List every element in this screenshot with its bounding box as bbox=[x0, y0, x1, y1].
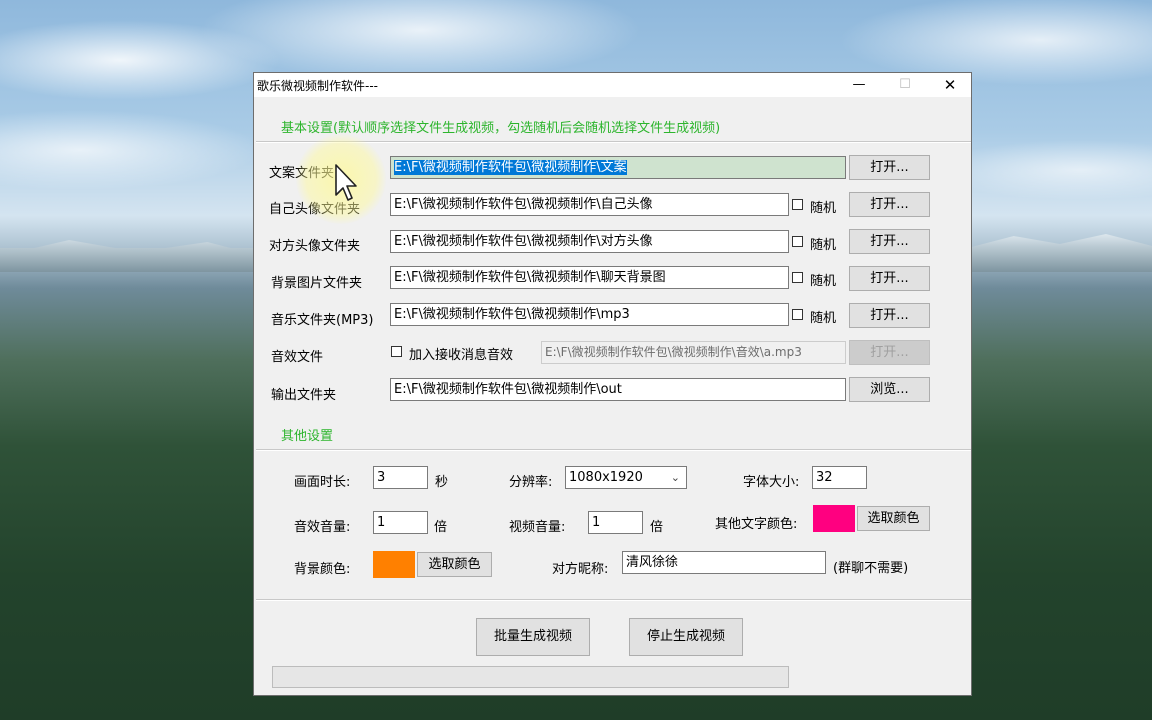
text-color-swatch bbox=[813, 505, 855, 532]
output-label: 输出文件夹 bbox=[271, 388, 337, 403]
peer-avatar-random-label: 随机 bbox=[810, 238, 837, 253]
duration-input[interactable]: 3 bbox=[373, 466, 428, 489]
video-volume-unit: 倍 bbox=[650, 520, 664, 535]
peer-avatar-open-button[interactable]: 打开... bbox=[849, 229, 930, 254]
bg-color-label: 背景颜色: bbox=[294, 562, 351, 577]
music-random-label: 随机 bbox=[810, 311, 837, 326]
bg-image-label: 背景图片文件夹 bbox=[271, 276, 363, 291]
bg-image-input[interactable]: E:\F\微视频制作软件包\微视频制作\聊天背景图 bbox=[390, 266, 789, 289]
stop-generate-button[interactable]: 停止生成视频 bbox=[629, 618, 743, 656]
music-open-button[interactable]: 打开... bbox=[849, 303, 930, 328]
maximize-button[interactable]: ☐ bbox=[882, 73, 928, 97]
title-bar: 歌乐微视频制作软件--- — ☐ ✕ bbox=[254, 73, 971, 97]
duration-unit: 秒 bbox=[435, 475, 449, 490]
nickname-label: 对方昵称: bbox=[552, 562, 609, 577]
divider bbox=[256, 599, 971, 601]
minimize-button[interactable]: — bbox=[836, 73, 882, 97]
self-avatar-random-label: 随机 bbox=[810, 201, 837, 216]
music-label: 音乐文件夹(MP3) bbox=[271, 313, 374, 328]
close-button[interactable]: ✕ bbox=[927, 73, 973, 97]
nickname-input[interactable]: 清风徐徐 bbox=[622, 551, 826, 574]
other-settings-heading: 其他设置 bbox=[281, 429, 334, 444]
copy-folder-value: E:\F\微视频制作软件包\微视频制作\文案 bbox=[394, 160, 627, 175]
resolution-select[interactable]: 1080x1920 ⌄ bbox=[565, 466, 687, 489]
sfx-label: 音效文件 bbox=[271, 350, 324, 365]
self-avatar-input[interactable]: E:\F\微视频制作软件包\微视频制作\自己头像 bbox=[390, 193, 789, 216]
sfx-volume-input[interactable]: 1 bbox=[373, 511, 428, 534]
bg-image-random-label: 随机 bbox=[810, 274, 837, 289]
music-random-checkbox[interactable] bbox=[792, 309, 803, 320]
bg-image-random-checkbox[interactable] bbox=[792, 272, 803, 283]
resolution-value: 1080x1920 bbox=[569, 470, 643, 485]
sfx-open-button: 打开... bbox=[849, 340, 930, 365]
text-color-pick-button[interactable]: 选取颜色 bbox=[857, 506, 930, 531]
bg-color-pick-button[interactable]: 选取颜色 bbox=[417, 552, 492, 577]
divider bbox=[256, 449, 971, 451]
font-size-input[interactable]: 32 bbox=[812, 466, 867, 489]
peer-avatar-label: 对方头像文件夹 bbox=[269, 239, 361, 254]
nickname-note: (群聊不需要) bbox=[833, 561, 909, 576]
progress-bar bbox=[272, 666, 789, 688]
copy-folder-input[interactable]: E:\F\微视频制作软件包\微视频制作\文案 bbox=[390, 156, 846, 179]
sfx-input: E:\F\微视频制作软件包\微视频制作\音效\a.mp3 bbox=[541, 341, 846, 364]
output-input[interactable]: E:\F\微视频制作软件包\微视频制作\out bbox=[390, 378, 846, 401]
peer-avatar-random-checkbox[interactable] bbox=[792, 236, 803, 247]
text-color-label: 其他文字颜色: bbox=[715, 517, 798, 532]
copy-folder-open-button[interactable]: 打开... bbox=[849, 155, 930, 180]
sfx-volume-unit: 倍 bbox=[434, 520, 448, 535]
sfx-checkbox[interactable] bbox=[391, 346, 402, 357]
peer-avatar-input[interactable]: E:\F\微视频制作软件包\微视频制作\对方头像 bbox=[390, 230, 789, 253]
music-input[interactable]: E:\F\微视频制作软件包\微视频制作\mp3 bbox=[390, 303, 789, 326]
sfx-volume-label: 音效音量: bbox=[294, 520, 351, 535]
video-volume-label: 视频音量: bbox=[509, 520, 566, 535]
chevron-down-icon: ⌄ bbox=[670, 471, 680, 484]
window-title: 歌乐微视频制作软件--- bbox=[257, 79, 378, 93]
mouse-pointer-icon bbox=[335, 164, 357, 201]
basic-settings-heading: 基本设置(默认顺序选择文件生成视频，勾选随机后会随机选择文件生成视频) bbox=[281, 121, 721, 136]
duration-label: 画面时长: bbox=[294, 475, 351, 490]
font-size-label: 字体大小: bbox=[743, 475, 800, 490]
self-avatar-open-button[interactable]: 打开... bbox=[849, 192, 930, 217]
video-volume-input[interactable]: 1 bbox=[588, 511, 643, 534]
bg-image-open-button[interactable]: 打开... bbox=[849, 266, 930, 291]
resolution-label: 分辨率: bbox=[509, 475, 553, 490]
output-browse-button[interactable]: 浏览... bbox=[849, 377, 930, 402]
batch-generate-button[interactable]: 批量生成视频 bbox=[476, 618, 590, 656]
bg-color-swatch bbox=[373, 551, 415, 578]
sfx-checkbox-label: 加入接收消息音效 bbox=[409, 348, 514, 363]
self-avatar-random-checkbox[interactable] bbox=[792, 199, 803, 210]
